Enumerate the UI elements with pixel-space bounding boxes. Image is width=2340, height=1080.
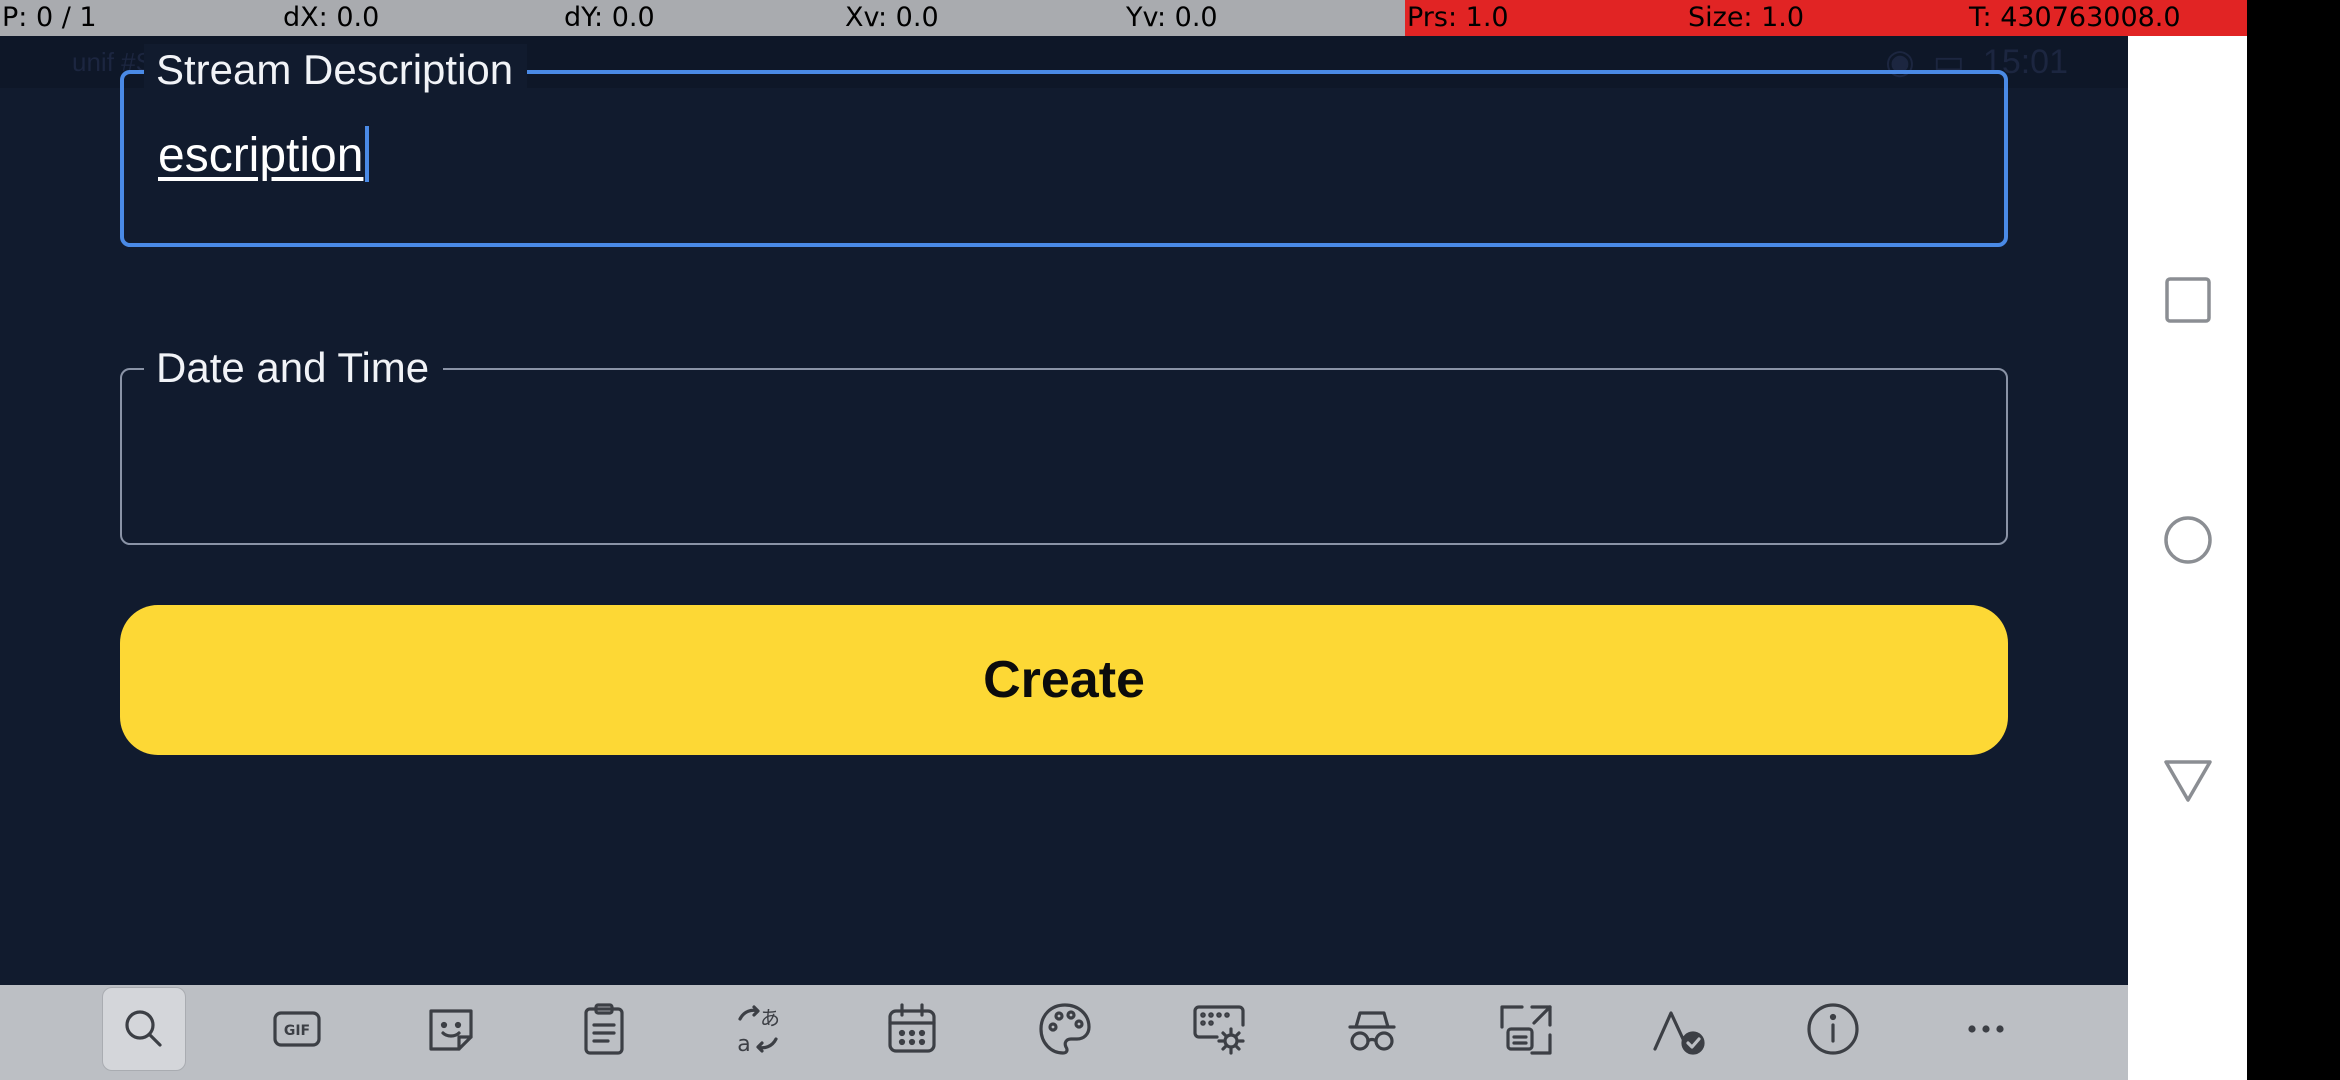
debug-size: Size: 1.0 bbox=[1686, 0, 1967, 36]
debug-xv: Xv: 0.0 bbox=[843, 0, 1124, 36]
svg-text:a: a bbox=[737, 1032, 750, 1057]
app-screen: unif #StaySafe ⊞ ✉ ✉ ⋯ ◉ ▭ 15:01 Stream … bbox=[0, 0, 2128, 985]
pointer-debug-overlay: P: 0 / 1 dX: 0.0 dY: 0.0 Xv: 0.0 Yv: 0.0… bbox=[0, 0, 2247, 36]
translate-icon[interactable]: あa bbox=[716, 987, 800, 1071]
sticker-icon[interactable] bbox=[409, 987, 493, 1071]
home-icon[interactable] bbox=[2162, 514, 2214, 566]
stream-description-value: escription bbox=[158, 129, 364, 182]
debug-pressure: Prs: 1.0 bbox=[1405, 0, 1686, 36]
debug-dx: dX: 0.0 bbox=[281, 0, 562, 36]
debug-pointer-count: P: 0 / 1 bbox=[0, 0, 281, 36]
keyboard-toolbar: GIF あa bbox=[0, 985, 2128, 1080]
stream-description-field[interactable]: Stream Description escription bbox=[120, 44, 2008, 247]
incognito-icon[interactable] bbox=[1330, 987, 1414, 1071]
calendar-icon[interactable] bbox=[870, 987, 954, 1071]
debug-time: T: 430763008.0 bbox=[1967, 0, 2247, 36]
gif-icon[interactable]: GIF bbox=[255, 987, 339, 1071]
search-icon[interactable] bbox=[102, 987, 186, 1071]
keyboard-settings-icon[interactable] bbox=[1177, 987, 1261, 1071]
stream-description-input[interactable]: escription bbox=[158, 126, 370, 186]
debug-dy: dY: 0.0 bbox=[562, 0, 843, 36]
more-icon[interactable] bbox=[1944, 987, 2028, 1071]
resize-icon[interactable] bbox=[1484, 987, 1568, 1071]
text-cursor bbox=[365, 126, 370, 183]
back-icon[interactable] bbox=[2162, 754, 2214, 806]
palette-icon[interactable] bbox=[1023, 987, 1107, 1071]
clipboard-icon[interactable] bbox=[562, 987, 646, 1071]
date-time-label: Date and Time bbox=[144, 342, 444, 394]
stream-description-label: Stream Description bbox=[144, 44, 528, 96]
debug-yv: Yv: 0.0 bbox=[1124, 0, 1405, 36]
svg-text:GIF: GIF bbox=[284, 1023, 310, 1039]
screen-edge bbox=[2247, 0, 2340, 1080]
handwriting-icon[interactable] bbox=[1637, 987, 1721, 1071]
create-button[interactable]: Create bbox=[120, 605, 2008, 755]
recents-icon[interactable] bbox=[2162, 274, 2214, 326]
info-icon[interactable] bbox=[1791, 987, 1875, 1071]
date-time-field[interactable]: Date and Time bbox=[120, 342, 2008, 545]
navigation-bar bbox=[2128, 36, 2247, 1080]
svg-text:あ: あ bbox=[760, 1006, 780, 1030]
